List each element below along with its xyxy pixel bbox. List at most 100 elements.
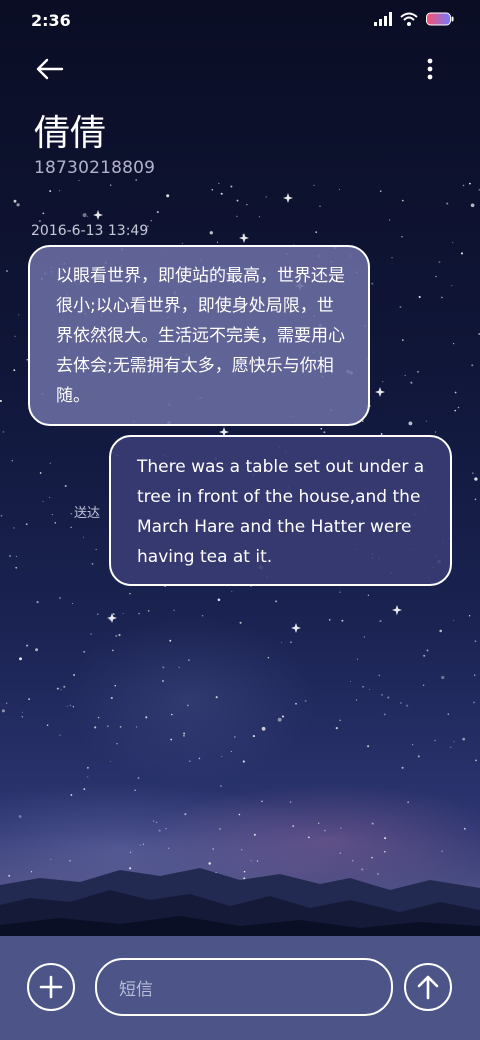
star <box>145 716 148 719</box>
star <box>402 339 404 341</box>
star <box>73 674 75 676</box>
arrow-left-icon <box>36 58 64 80</box>
star <box>441 675 445 680</box>
send-button[interactable] <box>404 963 452 1011</box>
bright-star <box>239 233 249 243</box>
star <box>6 270 8 272</box>
star <box>457 406 460 409</box>
star <box>216 241 219 243</box>
star <box>11 460 13 462</box>
arrow-up-icon <box>417 975 439 1000</box>
star <box>462 184 465 187</box>
star <box>83 788 86 790</box>
incoming-message-bubble[interactable]: 以眼看世界，即使站的最高，世界还是很小;以心看世界，即使身处局限，世界依然很大。… <box>28 245 370 426</box>
star <box>239 621 242 624</box>
star <box>418 296 421 298</box>
star <box>13 199 17 203</box>
bright-star <box>392 605 402 615</box>
star <box>220 785 222 787</box>
star <box>182 734 186 737</box>
star <box>261 800 263 803</box>
star <box>26 644 29 647</box>
star <box>42 500 44 503</box>
star <box>468 615 471 617</box>
more-options-button[interactable] <box>412 52 448 86</box>
star <box>341 619 344 622</box>
star <box>362 420 364 423</box>
star <box>87 215 89 217</box>
star <box>54 522 57 524</box>
message-input[interactable]: 短信 <box>95 958 393 1016</box>
star <box>252 735 255 738</box>
bright-star <box>107 613 117 623</box>
star <box>406 704 409 707</box>
star <box>15 555 17 557</box>
star <box>363 636 365 638</box>
star <box>335 727 338 730</box>
star <box>371 282 374 285</box>
back-button[interactable] <box>30 52 70 86</box>
star <box>320 427 323 430</box>
contact-phone-number: 18730218809 <box>34 158 156 178</box>
status-icons <box>374 12 454 26</box>
chat-screen: 2:36 倩倩 18730218809 2016-6-13 13:49 以眼看世… <box>0 0 480 1040</box>
star <box>60 689 62 691</box>
star <box>181 242 184 244</box>
star <box>451 284 453 287</box>
star <box>469 182 471 185</box>
star <box>70 794 73 796</box>
star <box>472 472 474 474</box>
star <box>412 744 414 746</box>
star <box>152 820 155 822</box>
star <box>379 620 382 623</box>
star <box>473 701 475 704</box>
star <box>367 594 370 596</box>
star <box>184 813 187 816</box>
star <box>246 203 248 206</box>
star <box>308 836 310 839</box>
star <box>383 713 386 716</box>
star <box>0 400 2 402</box>
star <box>400 702 402 704</box>
star <box>187 704 189 707</box>
star <box>86 766 89 769</box>
star <box>137 777 140 780</box>
star <box>162 666 165 669</box>
battery-icon <box>426 12 454 26</box>
star <box>474 477 478 481</box>
star <box>304 700 307 702</box>
star <box>292 825 295 827</box>
star <box>56 687 59 690</box>
star <box>318 822 320 824</box>
star <box>242 760 245 763</box>
star <box>135 179 138 181</box>
star <box>49 462 52 465</box>
star <box>49 496 51 498</box>
star <box>158 829 161 832</box>
star <box>438 261 441 263</box>
star <box>313 184 315 187</box>
star <box>122 613 124 615</box>
star <box>340 827 342 829</box>
star <box>9 554 12 558</box>
star <box>169 639 172 642</box>
star <box>147 610 150 612</box>
star <box>282 715 284 718</box>
message-input-placeholder: 短信 <box>119 979 153 1000</box>
star <box>138 612 140 615</box>
star <box>83 650 86 653</box>
star <box>21 711 23 713</box>
star <box>275 600 278 603</box>
star <box>82 213 87 218</box>
star <box>18 815 22 818</box>
star <box>401 236 403 238</box>
star <box>434 739 436 742</box>
star <box>209 231 213 235</box>
star <box>49 190 52 193</box>
star <box>474 640 477 643</box>
add-attachment-button[interactable] <box>27 963 75 1011</box>
star <box>217 598 221 602</box>
star <box>267 656 270 659</box>
star <box>404 374 406 377</box>
outgoing-message-bubble[interactable]: There was a table set out under a tree i… <box>109 435 452 586</box>
